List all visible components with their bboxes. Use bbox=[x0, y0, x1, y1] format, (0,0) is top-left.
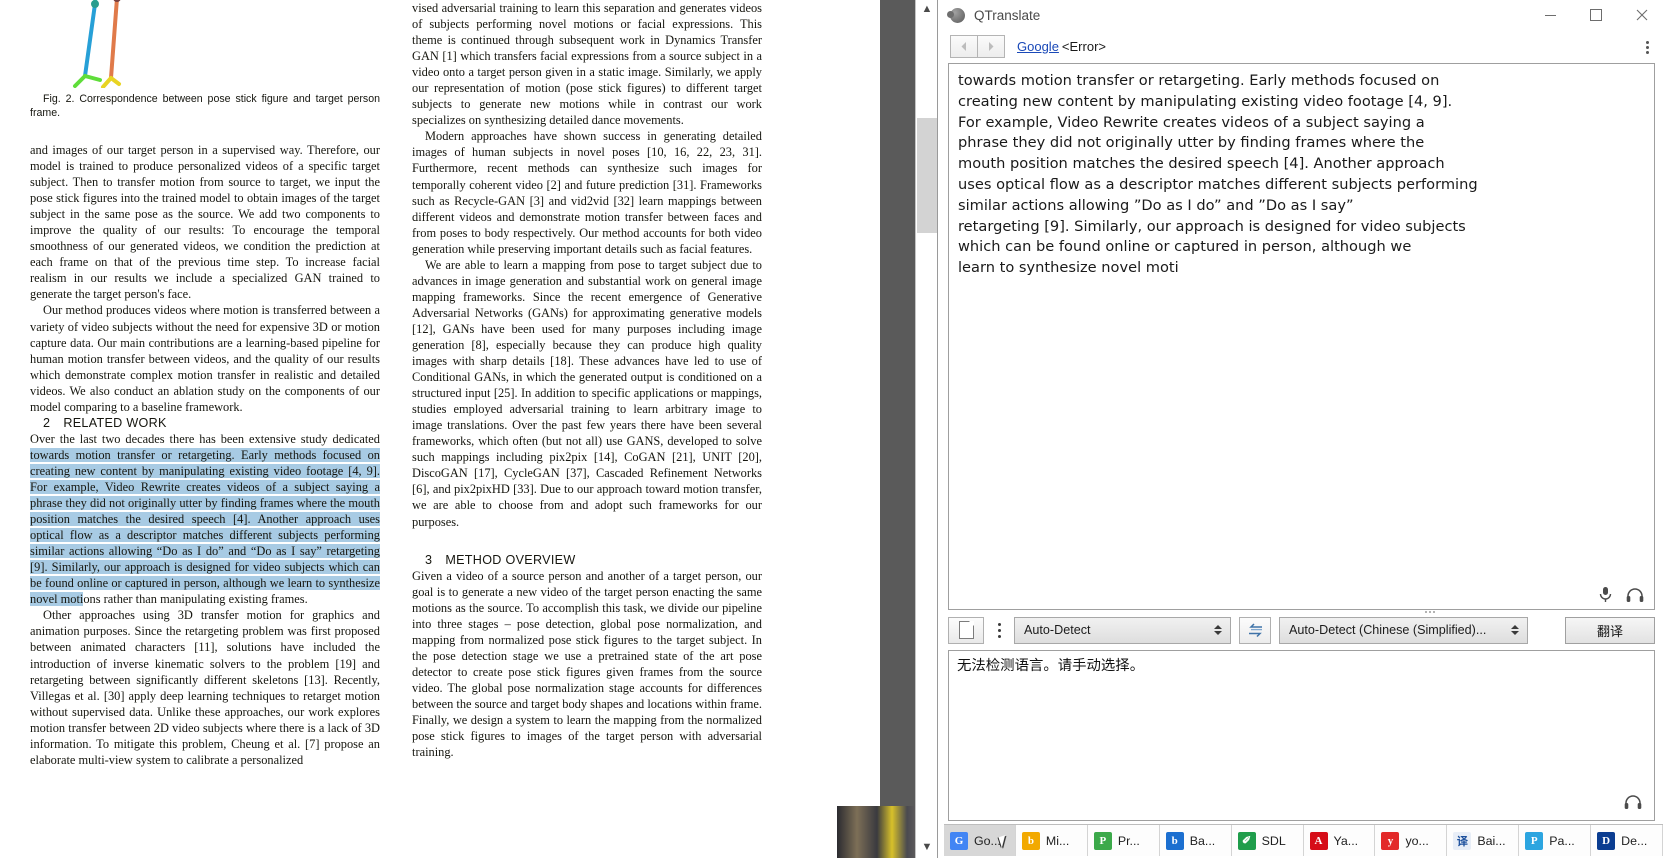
selection-post-text: ons rather than manipulating existing fr… bbox=[83, 592, 308, 607]
swap-languages-button[interactable] bbox=[1239, 616, 1271, 644]
section-heading-method-overview: 3 METHOD OVERVIEW bbox=[412, 552, 762, 568]
section-heading-related-work: 2 RELATED WORK bbox=[30, 415, 380, 431]
source-text-panel[interactable]: 无法检测语言。请手动选择。 bbox=[948, 650, 1655, 821]
source-text: 无法检测语言。请手动选择。 bbox=[957, 658, 1145, 674]
section-number: 2 bbox=[43, 415, 51, 430]
qtranslate-titlebar: QTranslate bbox=[938, 0, 1664, 30]
right-paragraph-1: vised adversarial training to learn this… bbox=[412, 1, 762, 128]
service-label-5: Ya... bbox=[1333, 833, 1359, 848]
section-title: RELATED WORK bbox=[63, 415, 167, 430]
source-language-spinner-icon bbox=[1214, 625, 1222, 635]
service-label-0: Go... bbox=[974, 833, 1001, 848]
dictionary-button[interactable] bbox=[948, 616, 984, 644]
pdf-page: Fig. 2. Correspondence between pose stic… bbox=[0, 0, 880, 858]
section-number-3: 3 bbox=[425, 552, 433, 567]
pdf-gutter bbox=[880, 0, 915, 858]
translate-button[interactable]: 翻译 bbox=[1565, 616, 1655, 644]
translation-result-text: towards motion transfer or retargeting. … bbox=[958, 72, 1478, 277]
close-button[interactable] bbox=[1619, 0, 1664, 30]
service-taskbar: G Go... b Mi... P Pr... b Ba... ✐ SDL A … bbox=[944, 824, 1664, 856]
left-paragraph-4: Other approaches using 3D transfer motio… bbox=[30, 608, 380, 767]
source-panel-icons bbox=[1624, 795, 1642, 815]
service-label-3: Ba... bbox=[1189, 833, 1216, 848]
scrollbar-thumb[interactable] bbox=[917, 118, 937, 233]
options-menu-icon[interactable] bbox=[1639, 38, 1655, 56]
pdf-vertical-scrollbar[interactable]: ▲ ▼ bbox=[915, 0, 938, 858]
service-button-3[interactable]: b Ba... bbox=[1160, 825, 1232, 856]
qtranslate-navbar: Google <Error> bbox=[938, 30, 1664, 63]
page-icon bbox=[958, 621, 974, 639]
service-label-2: Pr... bbox=[1117, 833, 1140, 848]
history-back-button[interactable] bbox=[950, 35, 978, 58]
pdf-right-column: vised adversarial training to learn this… bbox=[412, 0, 762, 760]
close-icon bbox=[1636, 9, 1648, 21]
result-panel-icons bbox=[1598, 586, 1644, 603]
toolbar-grip-handle[interactable] bbox=[1425, 611, 1435, 613]
right-paragraph-4: Given a video of a source person and ano… bbox=[412, 568, 762, 760]
chevron-left-icon bbox=[961, 42, 966, 51]
service-icon-1: b bbox=[1021, 831, 1040, 850]
service-icon-0: G bbox=[950, 831, 968, 850]
scroll-up-arrow[interactable]: ▲ bbox=[916, 0, 938, 18]
maximize-button[interactable] bbox=[1573, 0, 1619, 30]
service-icon-9: D bbox=[1597, 831, 1616, 850]
service-button-9[interactable]: D De... bbox=[1591, 825, 1664, 856]
service-status: <Error> bbox=[1061, 39, 1106, 54]
qtranslate-logo-icon bbox=[947, 7, 965, 23]
right-paragraph-2: Modern approaches have shown success in … bbox=[412, 129, 762, 256]
minimize-button[interactable] bbox=[1527, 0, 1573, 30]
target-language-select[interactable]: Auto-Detect (Chinese (Simplified)... bbox=[1279, 616, 1528, 644]
headphones-icon-source[interactable] bbox=[1624, 795, 1642, 810]
headphones-icon[interactable] bbox=[1626, 588, 1644, 603]
service-button-7[interactable]: 译 Bai... bbox=[1447, 825, 1520, 856]
chevron-right-icon bbox=[989, 42, 994, 51]
translation-controls-bar: Auto-Detect Auto-Detect (Chinese (Simpli… bbox=[938, 610, 1664, 650]
service-button-6[interactable]: y yo... bbox=[1375, 825, 1448, 856]
history-forward-button[interactable] bbox=[978, 35, 1005, 58]
history-menu-icon[interactable] bbox=[992, 622, 1006, 638]
service-icon-8: P bbox=[1525, 831, 1544, 850]
left-paragraph-1: and images of our target person in a sup… bbox=[30, 143, 380, 302]
selected-text-highlight: towards motion transfer or retargeting. … bbox=[30, 447, 380, 607]
service-button-4[interactable]: ✐ SDL bbox=[1232, 825, 1304, 856]
service-icon-4: ✐ bbox=[1237, 831, 1256, 850]
service-button-8[interactable]: P Pa... bbox=[1519, 825, 1592, 856]
left-paragraph-2: Our method produces videos where motion … bbox=[30, 303, 380, 414]
screen: Fig. 2. Correspondence between pose stic… bbox=[0, 0, 1664, 858]
service-button-1[interactable]: b Mi... bbox=[1016, 825, 1088, 856]
service-name-link[interactable]: Google bbox=[1017, 39, 1059, 54]
left-paragraph-3: Over the last two decades there has been… bbox=[30, 431, 380, 608]
right-paragraph-3: We are able to learn a mapping from pose… bbox=[412, 257, 762, 529]
target-language-label: Auto-Detect (Chinese (Simplified)... bbox=[1289, 623, 1487, 637]
pdf-left-column: Fig. 2. Correspondence between pose stic… bbox=[30, 0, 380, 768]
service-icon-2: P bbox=[1093, 831, 1112, 850]
qtranslate-window: QTranslate Google <Error> towards motion … bbox=[937, 0, 1664, 858]
service-icon-6: y bbox=[1381, 831, 1400, 850]
service-icon-7: 译 bbox=[1453, 831, 1472, 850]
target-language-spinner-icon bbox=[1511, 625, 1519, 635]
source-language-select[interactable]: Auto-Detect bbox=[1014, 616, 1231, 644]
scroll-down-arrow[interactable]: ▼ bbox=[916, 838, 938, 856]
window-title: QTranslate bbox=[974, 7, 1041, 23]
service-label-8: Pa... bbox=[1549, 833, 1575, 848]
microphone-icon[interactable] bbox=[1598, 586, 1613, 603]
service-button-5[interactable]: A Ya... bbox=[1304, 825, 1376, 856]
service-name-link-wrap: Google <Error> bbox=[1017, 39, 1106, 54]
figure-caption: Fig. 2. Correspondence between pose stic… bbox=[30, 93, 380, 119]
translation-result-panel[interactable]: towards motion transfer or retargeting. … bbox=[948, 63, 1655, 610]
service-label-6: yo... bbox=[1405, 833, 1429, 848]
service-button-2[interactable]: P Pr... bbox=[1088, 825, 1160, 856]
service-icon-5: A bbox=[1309, 831, 1328, 850]
service-label-4: SDL bbox=[1261, 833, 1286, 848]
service-label-7: Bai... bbox=[1477, 833, 1506, 848]
section-title-3: METHOD OVERVIEW bbox=[445, 552, 576, 567]
service-icon-3: b bbox=[1165, 831, 1184, 850]
service-label-1: Mi... bbox=[1045, 833, 1070, 848]
swap-arrows-icon bbox=[1248, 622, 1262, 637]
service-label-9: De... bbox=[1621, 833, 1648, 848]
source-language-label: Auto-Detect bbox=[1024, 623, 1091, 637]
selection-pre-text: Over the last two decades there has been… bbox=[30, 431, 380, 446]
window-buttons bbox=[1527, 0, 1664, 30]
